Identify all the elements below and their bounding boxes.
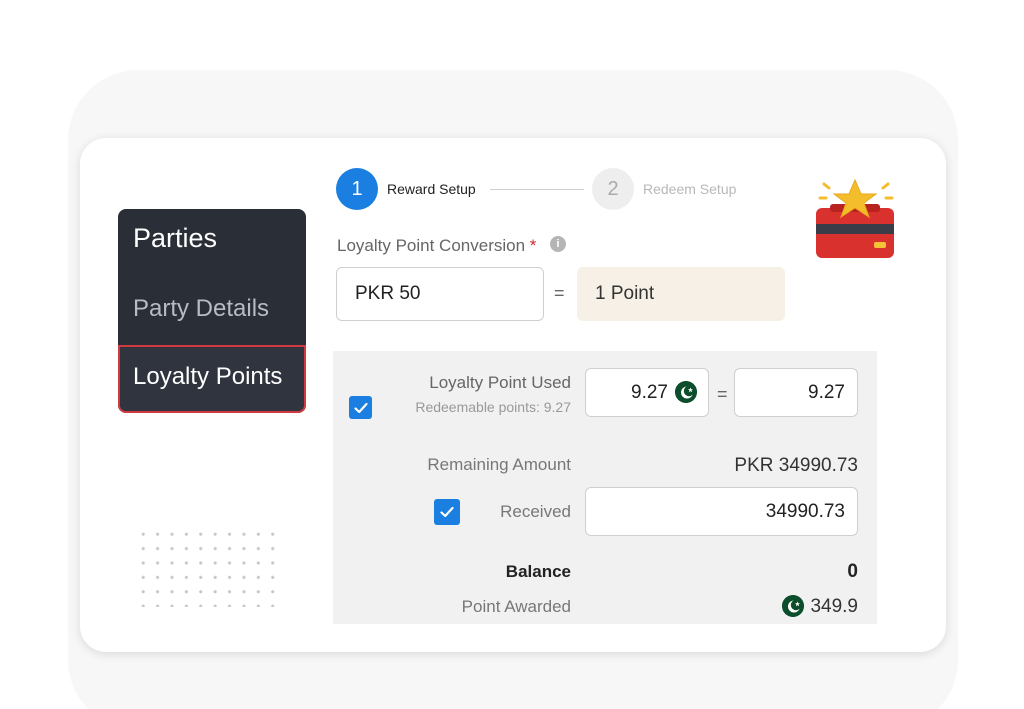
info-icon[interactable]: i [550, 236, 566, 252]
required-mark: * [529, 236, 537, 255]
reward-card-icon [816, 178, 894, 258]
dot-pattern [136, 527, 276, 607]
conversion-points-field: 1 Point [577, 267, 785, 321]
balance-value: 0 [847, 561, 858, 582]
conversion-label: Loyalty Point Conversion * [337, 236, 536, 256]
sidebar-title: Parties [133, 223, 218, 253]
redeem-panel: Loyalty Point Used Redeemable points: 9.… [333, 351, 877, 624]
loyalty-amount-input[interactable]: 9.27 [734, 368, 858, 417]
sidebar-item-label: Loyalty Points [133, 363, 283, 390]
equals-sign: = [554, 283, 565, 303]
loyalty-used-checkbox[interactable] [349, 396, 372, 419]
point-awarded-value: 349.9 [810, 596, 858, 617]
loyalty-card: Parties Party Details Loyalty Points 1 R… [80, 138, 946, 652]
conversion-amount-input[interactable]: PKR 50 [336, 267, 544, 321]
step-connector [490, 189, 584, 190]
redeemable-points-text: Redeemable points: 9.27 [415, 399, 571, 415]
point-awarded-label: Point Awarded [461, 597, 571, 616]
sidebar-item-loyalty-points[interactable]: Loyalty Points [118, 345, 306, 413]
step-2-indicator[interactable]: 2 [592, 168, 634, 210]
sidebar-item-party-details[interactable]: Party Details [133, 295, 269, 323]
check-icon [440, 506, 454, 518]
remaining-amount-value: PKR 34990.73 [734, 455, 858, 476]
pakistan-flag-icon [675, 381, 697, 403]
check-icon [353, 402, 368, 413]
step-1-indicator[interactable]: 1 [336, 168, 378, 210]
remaining-amount-label: Remaining Amount [427, 455, 571, 474]
balance-label: Balance [505, 562, 571, 581]
step-2-label[interactable]: Redeem Setup [643, 181, 736, 197]
pakistan-flag-icon [782, 595, 804, 617]
equals-sign: = [717, 384, 728, 404]
conversion-label-text: Loyalty Point Conversion [337, 236, 526, 255]
sidebar: Parties Party Details Loyalty Points [118, 209, 306, 413]
received-label: Received [500, 502, 571, 521]
step-1-label[interactable]: Reward Setup [387, 181, 476, 197]
received-input[interactable]: 34990.73 [585, 487, 858, 536]
received-checkbox[interactable] [434, 499, 460, 525]
loyalty-used-label: Loyalty Point Used [429, 373, 571, 392]
